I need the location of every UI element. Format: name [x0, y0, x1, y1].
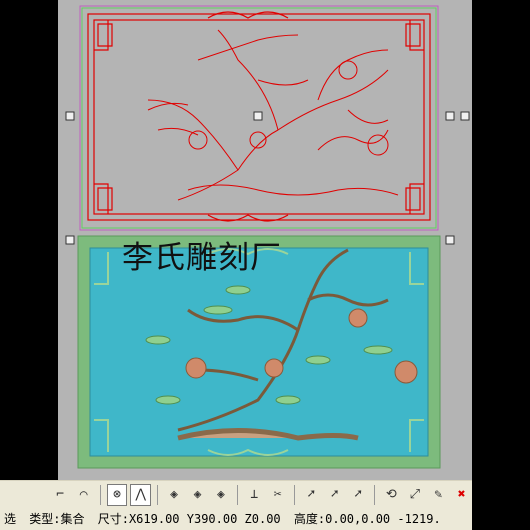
toolbar-separator [99, 484, 101, 505]
arc-tool-button[interactable]: ⌒ [73, 484, 93, 506]
edit-node-icon: ✎ [434, 487, 443, 502]
pointer-delete-button[interactable]: ➚ [348, 484, 368, 506]
align-bottom-button[interactable]: ⊥ [244, 484, 264, 506]
handle-right-mid[interactable] [445, 111, 455, 121]
diamond-node-icon: ◈ [170, 487, 178, 502]
pointer-button[interactable]: ➚ [301, 484, 321, 506]
pointer-cut-icon: ➚ [330, 487, 339, 502]
rotate-icon: ⟲ [385, 487, 397, 502]
watermark-text: 李氏雕刻厂 [122, 240, 282, 276]
node-edit-icon: ⋀ [135, 487, 146, 502]
status-size: 尺寸:X619.00 Y390.00 Z0.00 [97, 512, 281, 526]
edit-node-button[interactable]: ✎ [428, 484, 448, 506]
toolbar-separator [374, 484, 376, 505]
status-height: 高度:0.00,0.00 -1219. [293, 512, 441, 526]
diamond-node-3-button[interactable]: ◈ [211, 484, 231, 506]
align-bottom-icon: ⊥ [250, 487, 259, 502]
diamond-node-2-button[interactable]: ◈ [187, 484, 207, 506]
toolbar-separator [237, 484, 239, 505]
pointer-cut-button[interactable]: ➚ [324, 484, 344, 506]
pointer-icon: ➚ [307, 487, 316, 502]
status-bar: 选 类型:集合 尺寸:X619.00 Y390.00 Z0.00 高度:0.00… [0, 508, 472, 530]
curve-tool-icon: ⌐ [56, 487, 65, 502]
toolbar-separator [293, 484, 295, 505]
pointer-delete-icon: ➚ [354, 487, 362, 502]
status-type: 类型:集合 [29, 512, 85, 526]
rotate-button[interactable]: ⟲ [381, 484, 401, 506]
delete-icon: ✖ [457, 487, 466, 502]
delete-button[interactable]: ✖ [451, 484, 471, 506]
scale-button[interactable]: ⤢ [405, 484, 425, 506]
diamond-node-2-icon: ◈ [193, 487, 202, 502]
node-edit-toolbar: ⌐ ⌒ ⊗ ⋀ ◈ ◈ ◈ ⊥ ✂ ➚ ➚ ➚ ⟲ ⤢ ✎ ✖ [0, 480, 472, 508]
handle-bottom-right[interactable] [445, 235, 455, 245]
handle-center[interactable] [253, 111, 263, 121]
diamond-node-3-icon: ◈ [217, 487, 225, 502]
trim-curve-icon: ✂ [273, 487, 282, 502]
scale-icon: ⤢ [409, 487, 420, 502]
handle-left-mid[interactable] [65, 111, 75, 121]
trim-curve-button[interactable]: ✂ [268, 484, 288, 506]
node-select-button[interactable]: ⊗ [106, 483, 128, 506]
pomegranate-wireframe [147, 29, 399, 201]
toolbar-separator [156, 484, 158, 505]
handle-bottom-left[interactable] [65, 235, 75, 245]
handle-right-outer[interactable] [460, 111, 470, 121]
arc-tool-icon: ⌒ [79, 487, 88, 502]
status-prefix: 选 [4, 512, 17, 526]
diamond-node-button[interactable]: ◈ [164, 484, 184, 506]
curve-tool-button[interactable]: ⌐ [50, 484, 70, 506]
node-edit-button[interactable]: ⋀ [130, 483, 151, 506]
node-select-icon: ⊗ [113, 487, 121, 502]
